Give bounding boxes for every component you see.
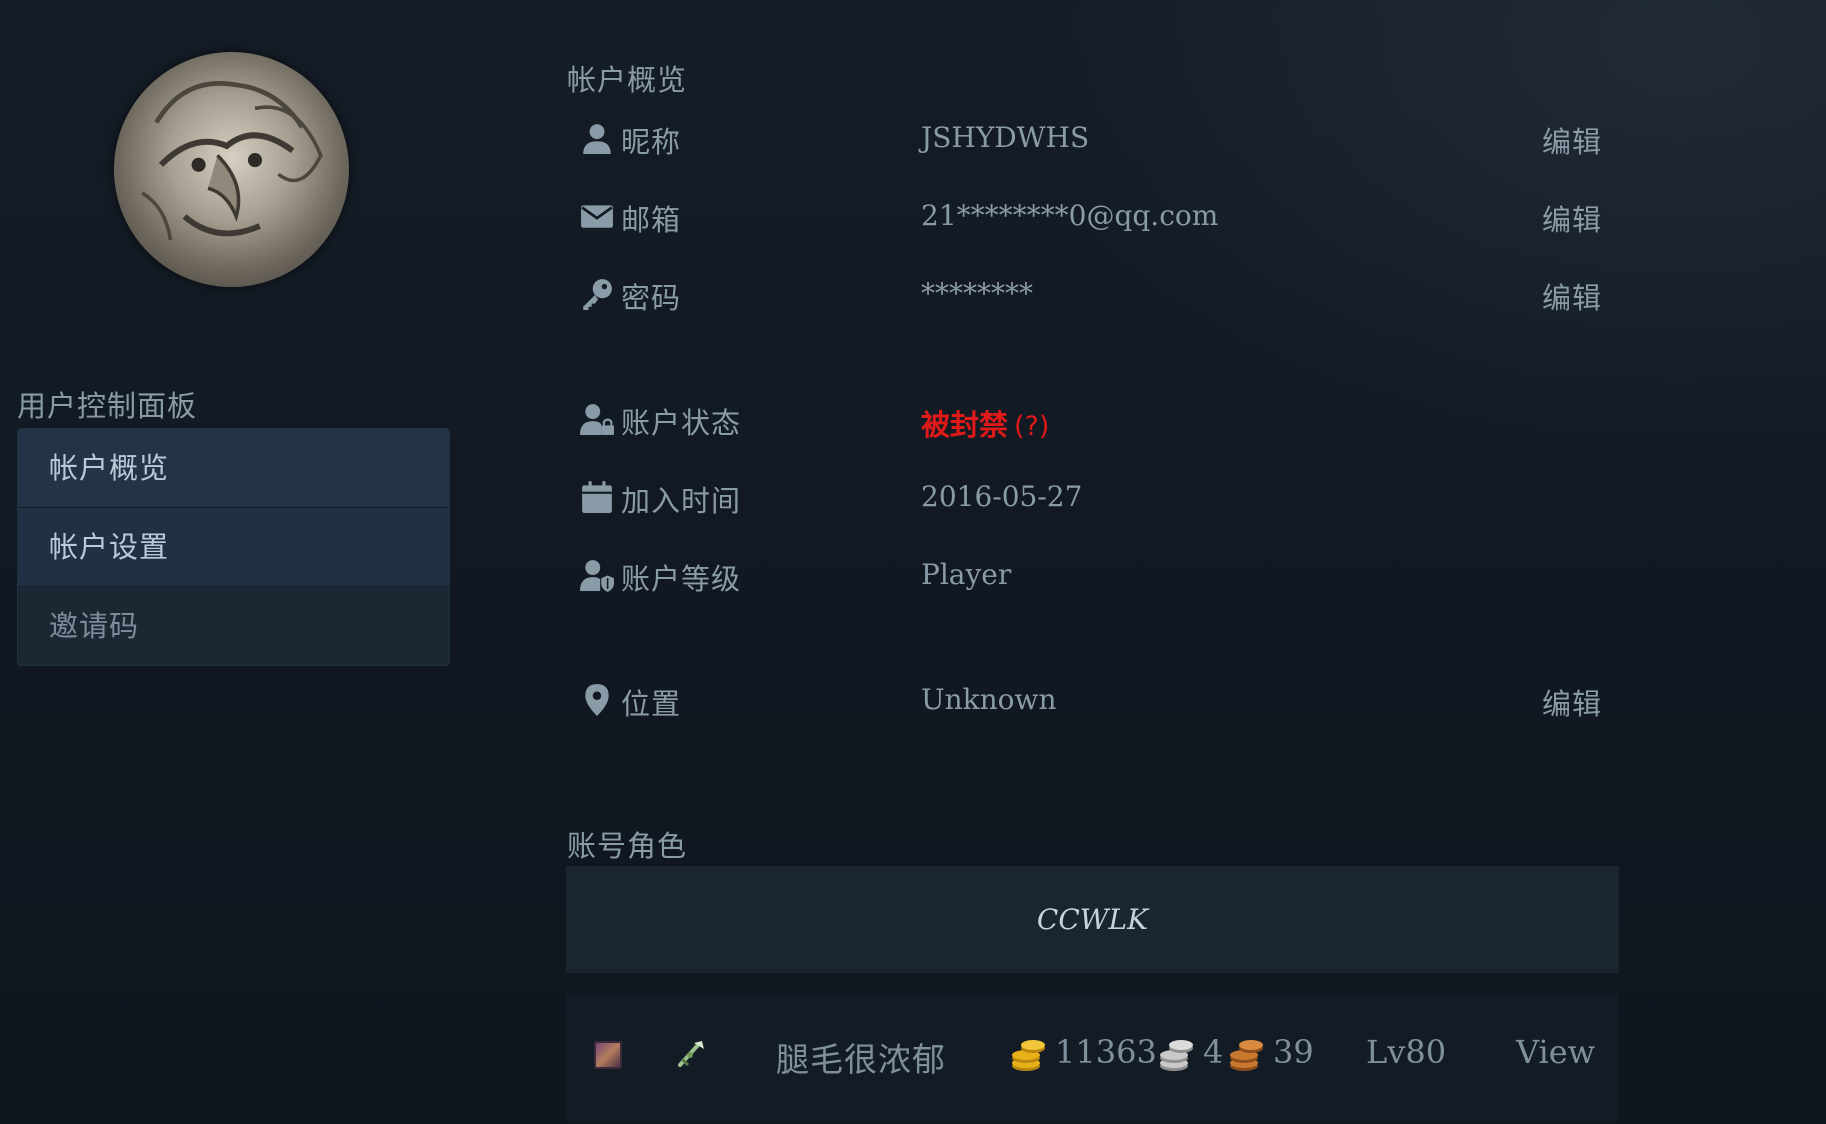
email-label: 邮箱 <box>621 203 682 237</box>
edit-password-link[interactable]: 编辑 <box>1542 275 1602 317</box>
silver-amount: 4 <box>1203 1033 1224 1071</box>
join-date-value: 2016-05-27 <box>921 480 1083 513</box>
password-value: ******** <box>921 277 1033 310</box>
sidebar-item-overview[interactable]: 帐户概览 <box>18 429 449 508</box>
account-status-row: 账户状态 被封禁 (?) <box>567 394 1607 444</box>
account-level-label: 账户等级 <box>621 562 742 596</box>
email-value: 21********0@qq.com <box>921 199 1219 232</box>
nickname-row: 昵称 JSHYDWHS 编辑 <box>567 113 1607 163</box>
email-row: 邮箱 21********0@qq.com 编辑 <box>567 191 1607 241</box>
user-shield-icon <box>580 558 614 592</box>
banned-text: 被封禁 <box>921 408 1009 442</box>
join-date-row: 加入时间 2016-05-27 <box>567 472 1607 522</box>
key-icon <box>580 277 614 311</box>
gold-coin-icon <box>1009 1035 1049 1075</box>
status-help-link[interactable]: (?) <box>1014 411 1049 442</box>
realm-header: CCWLK <box>566 866 1619 973</box>
account-level-row: 账户等级 Player <box>567 550 1607 600</box>
account-level-value: Player <box>921 558 1012 591</box>
race-portrait-icon <box>594 1041 622 1069</box>
gold-amount: 11363 <box>1055 1033 1157 1071</box>
location-label: 位置 <box>621 687 682 721</box>
nickname-label: 昵称 <box>621 125 682 159</box>
sidebar-title: 用户控制面板 <box>17 389 198 423</box>
map-pin-icon <box>580 683 614 717</box>
location-row: 位置 Unknown 编辑 <box>567 675 1607 725</box>
copper-amount: 39 <box>1273 1033 1314 1071</box>
view-character-link[interactable]: View <box>1516 1033 1595 1071</box>
overview-title: 帐户概览 <box>567 63 688 97</box>
character-row: 腿毛很浓郁 11363 4 39 Lv80 View <box>566 993 1619 1121</box>
account-status-value: 被封禁 (?) <box>921 402 1049 444</box>
character-level: Lv80 <box>1366 1033 1447 1071</box>
goblin-portrait-icon <box>141 80 323 241</box>
edit-email-link[interactable]: 编辑 <box>1542 197 1602 239</box>
silver-coin-icon <box>1157 1035 1197 1075</box>
account-page: 用户控制面板 帐户概览 帐户设置 邀请码 帐户概览 昵称 JSHYDWHS 编辑… <box>0 0 1826 1124</box>
sidebar-item-invite-code[interactable]: 邀请码 <box>18 587 449 665</box>
location-value: Unknown <box>921 683 1057 716</box>
sidebar-item-settings[interactable]: 帐户设置 <box>18 508 449 587</box>
password-row: 密码 ******** 编辑 <box>567 269 1607 319</box>
avatar <box>114 52 349 287</box>
copper-coin-icon <box>1227 1035 1267 1075</box>
characters-title: 账号角色 <box>567 829 688 863</box>
sidebar-menu: 帐户概览 帐户设置 邀请码 <box>17 428 450 666</box>
user-icon <box>580 121 614 155</box>
character-name: 腿毛很浓郁 <box>776 1040 946 1079</box>
edit-nickname-link[interactable]: 编辑 <box>1542 119 1602 161</box>
nickname-value: JSHYDWHS <box>921 121 1090 154</box>
envelope-icon <box>580 199 614 233</box>
account-status-label: 账户状态 <box>621 406 742 440</box>
password-label: 密码 <box>621 281 682 315</box>
join-date-label: 加入时间 <box>621 484 742 518</box>
calendar-icon <box>580 480 614 514</box>
class-crest-icon <box>674 1037 708 1071</box>
edit-location-link[interactable]: 编辑 <box>1542 681 1602 723</box>
user-lock-icon <box>580 402 614 436</box>
